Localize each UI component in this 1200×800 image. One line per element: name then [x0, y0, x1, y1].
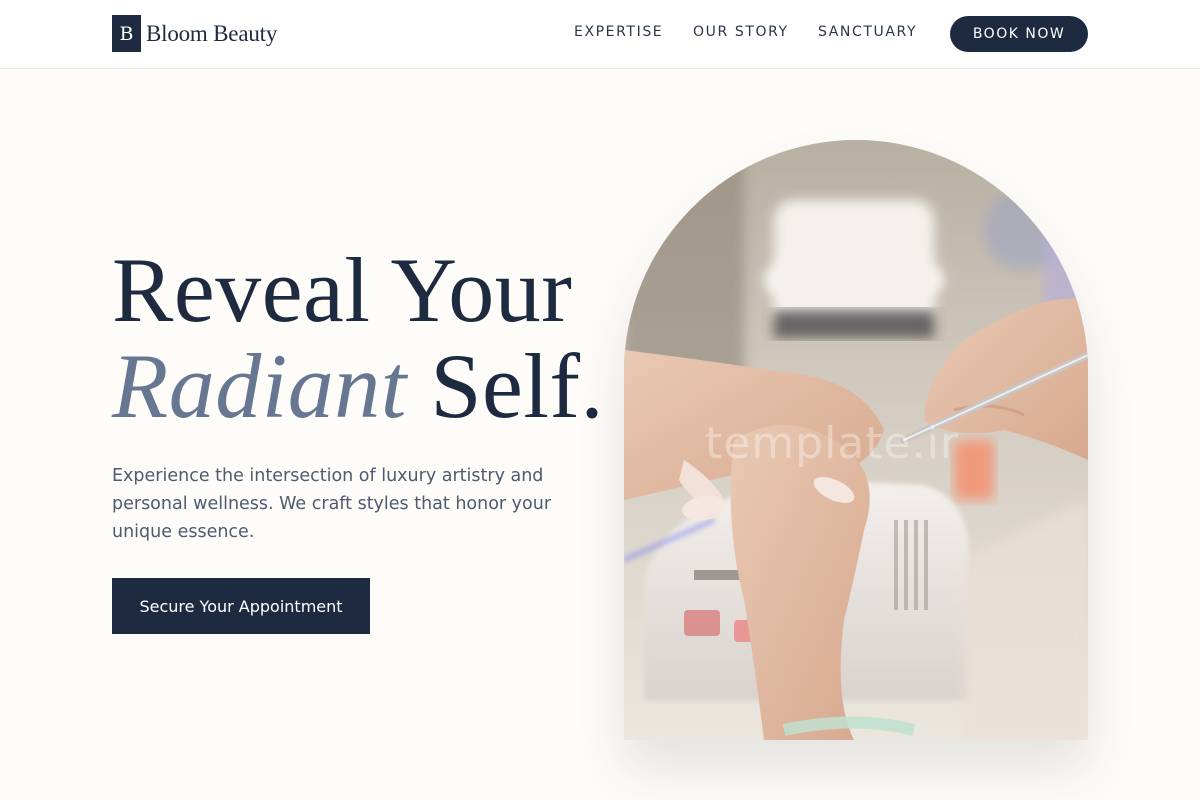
nav-our-story[interactable]: OUR STORY — [693, 24, 789, 40]
headline-line-1: Reveal Your — [112, 239, 573, 341]
headline-accent: Radiant — [112, 335, 407, 437]
nav-sanctuary[interactable]: SANCTUARY — [818, 24, 917, 40]
nav-expertise[interactable]: EXPERTISE — [574, 24, 663, 40]
hero-headline: Reveal Your Radiant Self. — [112, 242, 604, 434]
headline-line-2: Radiant Self. — [112, 338, 604, 434]
site-header: B Bloom Beauty EXPERTISE OUR STORY SANCT… — [0, 0, 1200, 69]
headline-rest: Self. — [406, 335, 605, 437]
book-now-button[interactable]: BOOK NOW — [950, 16, 1088, 52]
brand-logo[interactable]: B Bloom Beauty — [112, 15, 277, 52]
hero-description: Experience the intersection of luxury ar… — [112, 466, 552, 542]
manicure-photo-illustration — [624, 140, 1088, 740]
logo-mark: B — [112, 15, 141, 52]
hero-image — [624, 140, 1088, 740]
secure-appointment-button[interactable]: Secure Your Appointment — [112, 578, 370, 634]
brand-name: Bloom Beauty — [146, 20, 278, 46]
